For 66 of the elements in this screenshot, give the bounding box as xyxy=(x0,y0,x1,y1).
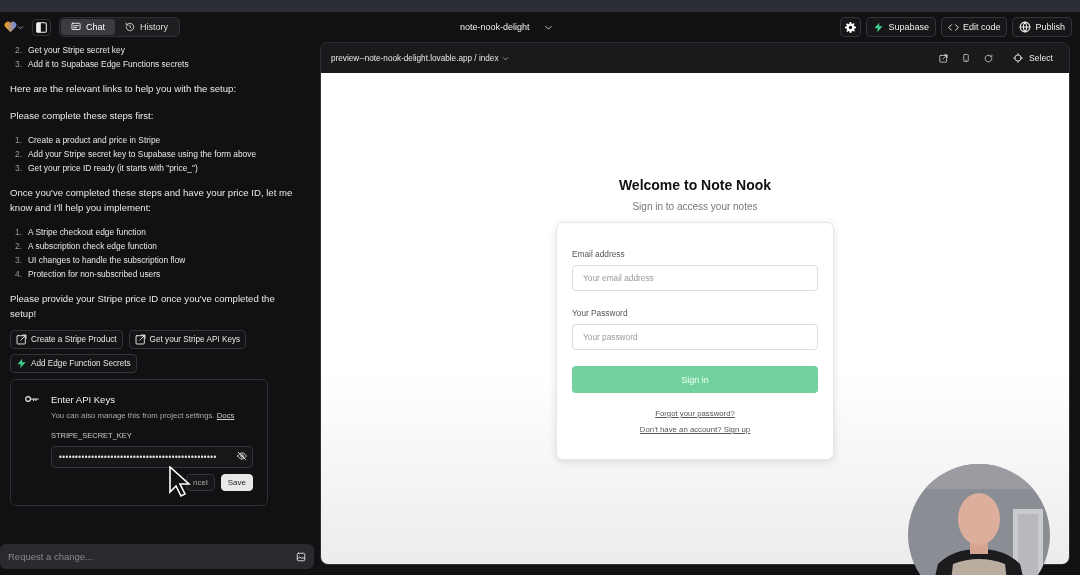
toolbar-button[interactable]: Supabase xyxy=(866,17,936,37)
target-icon xyxy=(1013,53,1024,63)
list-number: 3. xyxy=(14,59,22,69)
list-item-text: A subscription check edge function xyxy=(28,241,157,251)
list-number: 1. xyxy=(14,135,22,145)
message-paragraph: Once you've completed these steps and have your price ID, let me know and I'll help you implement: xyxy=(10,186,294,215)
list-number: 3. xyxy=(14,255,22,265)
save-button[interactable]: Save xyxy=(220,474,253,491)
list-item-text: Get your price ID ready (it starts with "price_") xyxy=(28,163,198,173)
list-number: 2. xyxy=(14,45,22,55)
refresh-icon xyxy=(984,53,994,63)
secret-key-field[interactable]: ••••••••••••••••••••••••••••••••••••••••••••••••• xyxy=(51,446,253,468)
link-button[interactable]: Get your Stripe API Keys xyxy=(128,330,247,349)
chevron-down-icon xyxy=(501,54,509,62)
card-title: Enter API Keys xyxy=(51,394,116,405)
list-item-text: Get your Stripe secret key xyxy=(28,45,125,55)
field-label: Your Password xyxy=(572,308,629,318)
field-label: Email address xyxy=(572,249,626,259)
tab[interactable]: Chat xyxy=(61,19,115,35)
email-field[interactable]: Your email address xyxy=(572,265,818,291)
password-field[interactable]: Your password xyxy=(572,324,818,350)
link-button[interactable]: Add Edge Function Secrets xyxy=(10,354,137,373)
settings-button[interactable] xyxy=(840,17,862,37)
message-paragraph: Please provide your Stripe price ID once you've completed the setup! xyxy=(10,292,276,321)
list-number: 2. xyxy=(14,241,22,251)
toolbar-button[interactable]: Publish xyxy=(1012,17,1072,37)
heart-logo-icon[interactable] xyxy=(4,21,17,33)
tab[interactable]: History xyxy=(115,19,179,35)
list-item-text: UI changes to handle the subscription flow xyxy=(28,255,186,265)
image-icon xyxy=(296,552,306,562)
globe-icon xyxy=(1019,21,1032,33)
page-subtitle: Sign in to access your notes xyxy=(632,201,758,212)
external-link-icon xyxy=(16,334,27,345)
page-title: Welcome to Note Nook xyxy=(618,177,772,193)
list-item-text: Add it to Supabase Edge Functions secrets xyxy=(28,59,189,69)
message-paragraph: Please complete these steps first: xyxy=(10,109,155,123)
list-number: 2. xyxy=(14,149,22,159)
cancel-button[interactable]: ncel xyxy=(186,474,215,491)
external-link-icon xyxy=(134,334,146,345)
eye-off-icon xyxy=(237,451,247,461)
list-item-text: Create a product and price in Stripe xyxy=(28,135,161,145)
code-icon xyxy=(947,21,959,33)
mobile-icon xyxy=(962,53,971,63)
lightning-icon xyxy=(873,21,885,33)
external-link-icon xyxy=(939,53,949,63)
settings-icon xyxy=(845,21,857,33)
select-button[interactable]: Select xyxy=(1007,52,1059,64)
request-input-field[interactable]: Request a change... xyxy=(0,544,314,569)
list-number: 1. xyxy=(14,227,22,237)
list-number: 4. xyxy=(14,269,22,279)
link-button[interactable]: Create a Stripe Product xyxy=(10,330,123,349)
key-icon xyxy=(25,394,39,404)
message-paragraph: Here are the relevant links to help you with the setup: xyxy=(10,82,238,96)
list-item-text: A Stripe checkout edge function xyxy=(28,227,146,237)
chat-icon xyxy=(71,22,81,32)
preview-address[interactable]: preview--note-nook-delight.lovable.app / index xyxy=(331,53,499,63)
history-icon xyxy=(125,22,135,32)
caret-icon xyxy=(17,23,24,31)
lightning-icon xyxy=(16,358,27,369)
list-number: 3. xyxy=(14,163,22,173)
list-item-text: Protection for non-subscribed users xyxy=(28,269,161,279)
list-item-text: Add your Stripe secret key to Supabase using the form above xyxy=(28,149,257,159)
toolbar-button[interactable]: Edit code xyxy=(940,17,1008,37)
mouse-cursor-icon xyxy=(169,466,191,498)
sidebar-toggle-button[interactable] xyxy=(32,18,51,36)
project-name[interactable]: note-nook-delight xyxy=(460,22,530,32)
